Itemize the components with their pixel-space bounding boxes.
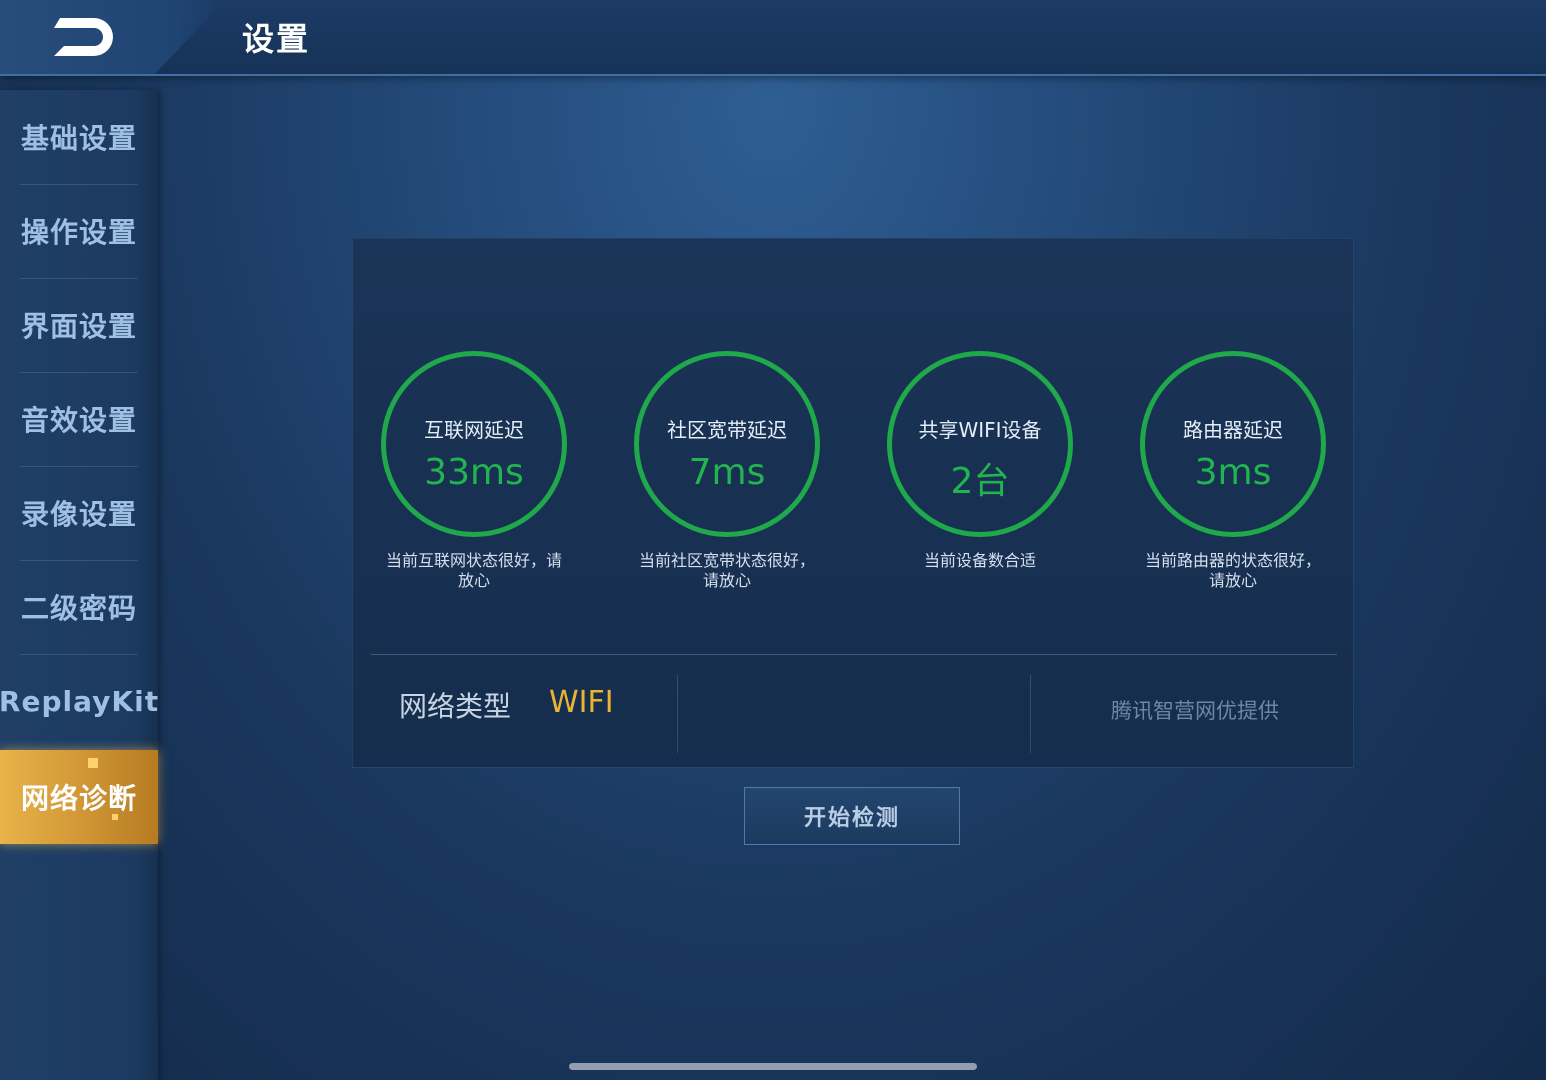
- sidebar-item-replaykit[interactable]: ReplayKit: [0, 654, 158, 748]
- sidebar-item-operation-settings[interactable]: 操作设置: [0, 184, 158, 278]
- page-title: 设置: [242, 20, 311, 58]
- sidebar-item-label: 网络诊断: [20, 782, 137, 815]
- start-detection-button[interactable]: 开始检测: [744, 787, 960, 845]
- provider-credit: 腾讯智营网优提供: [1111, 699, 1279, 723]
- description-line: 当前路由器的状态很好，: [1144, 551, 1321, 570]
- metric-value: 7ms: [688, 452, 766, 493]
- metric-description: 当前路由器的状态很好， 请放心: [1133, 551, 1333, 591]
- sidebar-item-label: 基础设置: [20, 122, 137, 155]
- sidebar-item-interface-settings[interactable]: 界面设置: [0, 278, 158, 372]
- network-diagnosis-panel: 互联网延迟 33ms 当前互联网状态很好，请 放心 社区宽带延迟 7ms 当前社…: [352, 238, 1354, 768]
- sidebar-item-label: 录像设置: [20, 498, 137, 531]
- metric-shared-wifi-devices: 共享WIFI设备 2台 当前设备数合适: [880, 351, 1080, 571]
- status-ring: 互联网延迟 33ms: [381, 351, 567, 537]
- metric-router-latency: 路由器延迟 3ms 当前路由器的状态很好， 请放心: [1133, 351, 1333, 591]
- metric-value: 33ms: [424, 452, 524, 493]
- metric-description: 当前设备数合适: [880, 551, 1080, 571]
- metric-title: 共享WIFI设备: [918, 418, 1042, 442]
- home-indicator[interactable]: [569, 1063, 977, 1070]
- header-bar: 设置: [0, 0, 1546, 76]
- sparkle-decoration: [112, 814, 118, 820]
- sparkle-decoration: [88, 758, 98, 768]
- metric-community-broadband-latency: 社区宽带延迟 7ms 当前社区宽带状态很好， 请放心: [627, 351, 827, 591]
- sidebar-item-label: 音效设置: [20, 404, 137, 437]
- metric-value: 3ms: [1194, 452, 1272, 493]
- metric-internet-latency: 互联网延迟 33ms 当前互联网状态很好，请 放心: [374, 351, 574, 591]
- panel-divider: [371, 654, 1337, 655]
- network-type-label: 网络类型: [399, 690, 512, 723]
- metric-title: 互联网延迟: [424, 418, 524, 442]
- description-line: 当前互联网状态很好，请: [385, 551, 562, 570]
- description-line: 当前设备数合适: [923, 551, 1036, 570]
- sidebar: 基础设置 操作设置 界面设置 音效设置 录像设置 二级密码 ReplayKit …: [0, 90, 158, 1080]
- vertical-divider: [677, 675, 678, 753]
- metric-description: 当前社区宽带状态很好， 请放心: [627, 551, 827, 591]
- status-ring: 共享WIFI设备 2台: [887, 351, 1073, 537]
- status-ring: 社区宽带延迟 7ms: [634, 351, 820, 537]
- sidebar-item-label: ReplayKit: [0, 684, 160, 718]
- metric-title: 社区宽带延迟: [667, 418, 787, 442]
- back-arrow-icon: [54, 18, 113, 56]
- description-line: 放心: [457, 571, 490, 590]
- sidebar-item-network-diagnosis[interactable]: 网络诊断: [0, 750, 158, 844]
- description-line: 请放心: [1208, 571, 1257, 590]
- sidebar-item-sound-settings[interactable]: 音效设置: [0, 372, 158, 466]
- sidebar-item-label: 界面设置: [20, 310, 137, 343]
- metric-title: 路由器延迟: [1183, 418, 1283, 442]
- sidebar-item-basic-settings[interactable]: 基础设置: [0, 90, 158, 184]
- vertical-divider: [1030, 675, 1031, 753]
- description-line: 当前社区宽带状态很好，: [638, 551, 815, 570]
- metric-description: 当前互联网状态很好，请 放心: [374, 551, 574, 591]
- back-button[interactable]: [0, 0, 225, 74]
- status-ring: 路由器延迟 3ms: [1140, 351, 1326, 537]
- network-type-value: WIFI: [549, 685, 614, 720]
- sidebar-item-recording-settings[interactable]: 录像设置: [0, 466, 158, 560]
- sidebar-item-label: 二级密码: [20, 592, 137, 625]
- metric-value: 2台: [950, 461, 1010, 502]
- sidebar-item-label: 操作设置: [20, 216, 137, 249]
- description-line: 请放心: [702, 571, 751, 590]
- sidebar-item-secondary-password[interactable]: 二级密码: [0, 560, 158, 654]
